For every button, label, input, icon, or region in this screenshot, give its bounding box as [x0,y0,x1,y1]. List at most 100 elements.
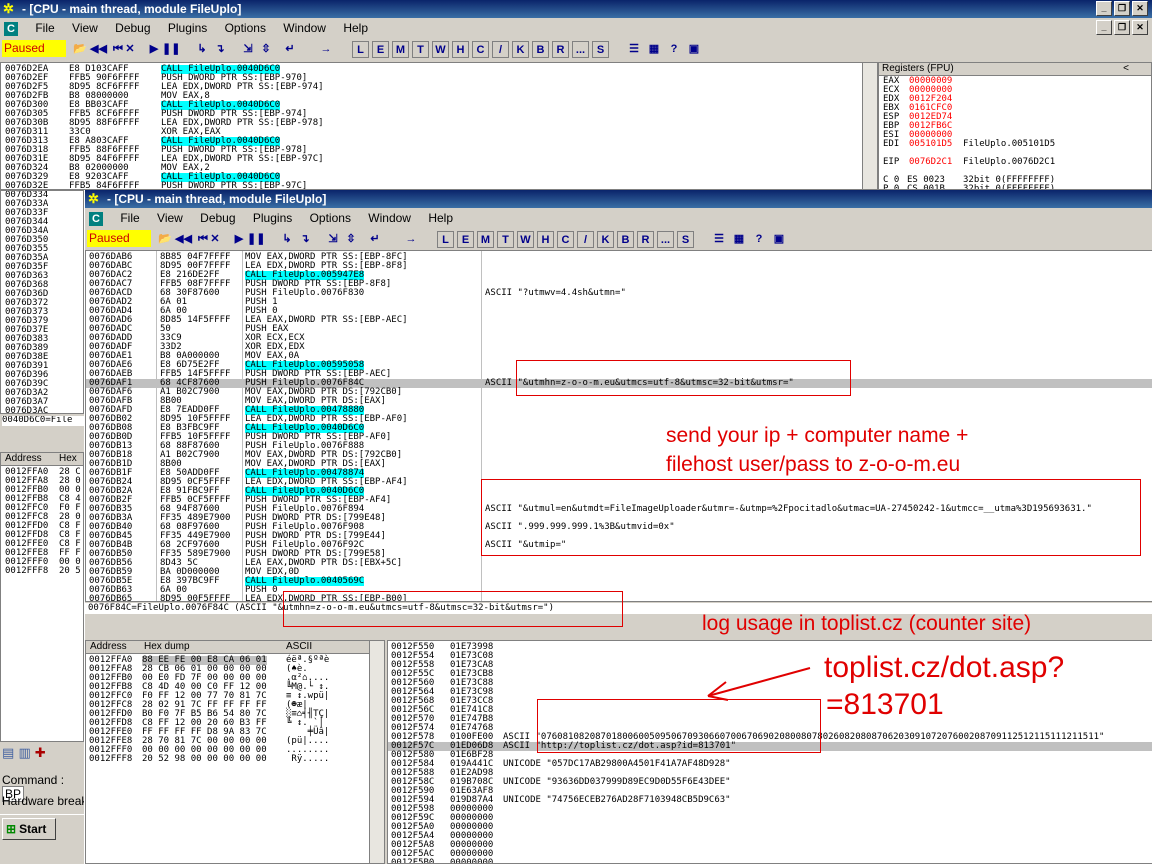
stack-row[interactable]: 0012F5A4 00000000 [388,832,1152,841]
disasm-row[interactable]: 0076D2F5 8D95 8CF6FFFF LEA EDX,DWORD PTR S… [5,83,877,92]
stack-row[interactable]: 0012F594 019D87A4 UNICODE "74756ECEB276AD2… [388,796,1152,805]
registers-pane[interactable]: Registers (FPU) < EAX 00000009 ECX 00000000… [878,62,1152,190]
grid-icon[interactable]: ▦ [731,231,747,247]
menu-help[interactable]: Help [428,211,453,225]
toolbar-button-m[interactable]: M [477,231,494,248]
mdi-minimize-button[interactable]: _ [1096,20,1112,35]
minimize-button[interactable]: _ [1096,1,1112,16]
pause-icon[interactable]: ❚❚ [247,231,265,247]
toolbar-button-l[interactable]: L [437,231,454,248]
register-row[interactable]: EDI 005101D5 FileUplo.005101D5 [883,140,1151,149]
disasm-row[interactable]: 0076D324 B8 02000000 MOV EAX,2 [5,164,877,173]
run-icon[interactable]: ▶ [231,231,247,247]
toolbar-button-t[interactable]: T [497,231,514,248]
step-over-icon[interactable]: ↴ [212,41,228,57]
front-dump-scrollbar[interactable] [369,641,384,863]
restart-icon[interactable]: ◀◀ [90,41,107,57]
menu-window[interactable]: Window [283,21,326,35]
back-dump-pane[interactable]: Address Hex 0012FFA0 28 C 0012FFA8 28 0 0012… [0,452,84,742]
grid-icon[interactable]: ▦ [646,41,662,57]
stack-row[interactable]: 0012F584 019A441C UNICODE "057DC17AB29800A… [388,760,1152,769]
disasm-row[interactable]: 0076D311 33C0 XOR EAX,EAX [5,128,877,137]
pause-icon[interactable]: ❚❚ [162,41,180,57]
goto-icon[interactable]: → [403,231,419,247]
execute-till-return-icon[interactable]: ↵ [282,41,298,57]
window-icon[interactable]: ▤ [2,746,14,761]
toolbar-button-dots[interactable]: ... [572,41,589,58]
close-debug-icon[interactable]: ✕ [122,41,138,57]
list-icon[interactable]: ☰ [711,231,727,247]
menu-debug[interactable]: Debug [200,211,235,225]
note-icon[interactable]: ▥ [18,746,30,761]
toolbar-button-w[interactable]: W [517,231,534,248]
toolbar-button-s[interactable]: S [592,41,609,58]
help-icon[interactable]: ? [666,41,682,57]
menu-options[interactable]: Options [310,211,351,225]
menu-plugins[interactable]: Plugins [168,21,207,35]
menu-options[interactable]: Options [225,21,266,35]
open-icon[interactable]: 📂 [157,231,173,247]
stack-row[interactable]: 0012F598 00000000 [388,805,1152,814]
stack-row[interactable]: 0012F5B0 00000000 [388,859,1152,864]
animate-over-icon[interactable]: ⇳ [258,41,274,57]
open-icon[interactable]: 📂 [72,41,88,57]
disasm-row[interactable]: 0076D32E FFB5 84F6FFFF PUSH DWORD PTR SS:[… [5,182,877,190]
animate-over-icon[interactable]: ⇳ [343,231,359,247]
start-button[interactable]: ⊞ Start [2,818,56,840]
toolbar-button-w[interactable]: W [432,41,449,58]
toolbar-button-slash[interactable]: / [577,231,594,248]
stack-row[interactable]: 0012F58C 019B708C UNICODE "93636DD037999D8… [388,778,1152,787]
toolbar-button-s[interactable]: S [677,231,694,248]
toolbar-button-k[interactable]: K [597,231,614,248]
close-debug-icon[interactable]: ✕ [207,231,223,247]
restart-icon[interactable]: ◀◀ [175,231,192,247]
toolbar-button-e[interactable]: E [372,41,389,58]
run-icon[interactable]: ▶ [146,41,162,57]
list-icon[interactable]: ☰ [626,41,642,57]
disasm-row[interactable]: 0076D31E 8D95 84F6FFFF LEA EDX,DWORD PTR S… [5,155,877,164]
step-over-icon[interactable]: ↴ [297,231,313,247]
menu-view[interactable]: View [72,21,98,35]
registers-header[interactable]: Registers (FPU) < [879,63,1151,76]
mdi-close-button[interactable]: ✕ [1132,20,1148,35]
cross-icon[interactable]: ✚ [35,746,46,761]
toolbar-button-l[interactable]: L [352,41,369,58]
toolbar-button-k[interactable]: K [512,41,529,58]
dump-row[interactable]: 0012FFF8 20 5 [5,567,83,576]
menu-file[interactable]: File [35,21,54,35]
back-disasm-pane[interactable]: 0076D2EA E8 D103CAFF CALL FileUplo.0040D6C… [0,62,878,190]
toolbar-button-c[interactable]: C [557,231,574,248]
animate-into-icon[interactable]: ⇲ [325,231,341,247]
back-disasm-scrollbar[interactable] [862,63,877,189]
animate-into-icon[interactable]: ⇲ [240,41,256,57]
front-dump-pane[interactable]: Address Hex dump ASCII 0012FFA0 88 EE FE … [85,640,385,864]
toolbar-button-b[interactable]: B [617,231,634,248]
menu-debug[interactable]: Debug [115,21,150,35]
toolbar-button-t[interactable]: T [412,41,429,58]
registers-toggle-icon[interactable]: < [1123,63,1129,75]
help-icon[interactable]: ? [751,231,767,247]
step-into-icon[interactable]: ↳ [194,41,210,57]
toolbar-button-e[interactable]: E [457,231,474,248]
menu-view[interactable]: View [157,211,183,225]
toolbar-button-h[interactable]: H [452,41,469,58]
plugin-icon[interactable]: ▣ [771,231,787,247]
toolbar-button-h[interactable]: H [537,231,554,248]
toolbar-button-m[interactable]: M [392,41,409,58]
toolbar-button-r[interactable]: R [637,231,654,248]
toolbar-button-dots[interactable]: ... [657,231,674,248]
menu-window[interactable]: Window [368,211,411,225]
goto-icon[interactable]: → [318,41,334,57]
disasm-row[interactable]: 0076D2FB B8 08000000 MOV EAX,8 [5,92,877,101]
execute-till-return-icon[interactable]: ↵ [367,231,383,247]
stack-row[interactable]: 0012F59C 00000000 [388,814,1152,823]
toolbar-button-c[interactable]: C [472,41,489,58]
disasm-row[interactable]: 0076D30B 8D95 88F6FFFF LEA EDX,DWORD PTR S… [5,119,877,128]
stack-row[interactable]: 0012F5A8 00000000 [388,841,1152,850]
close-button[interactable]: ✕ [1132,1,1148,16]
menu-help[interactable]: Help [343,21,368,35]
dump-row[interactable]: 0012FFF8 20 52 98 00 00 00 00 00 Rÿ..... [86,755,384,764]
step-into-icon[interactable]: ↳ [279,231,295,247]
menu-file[interactable]: File [120,211,139,225]
stack-row[interactable]: 0012F5AC 00000000 [388,850,1152,859]
